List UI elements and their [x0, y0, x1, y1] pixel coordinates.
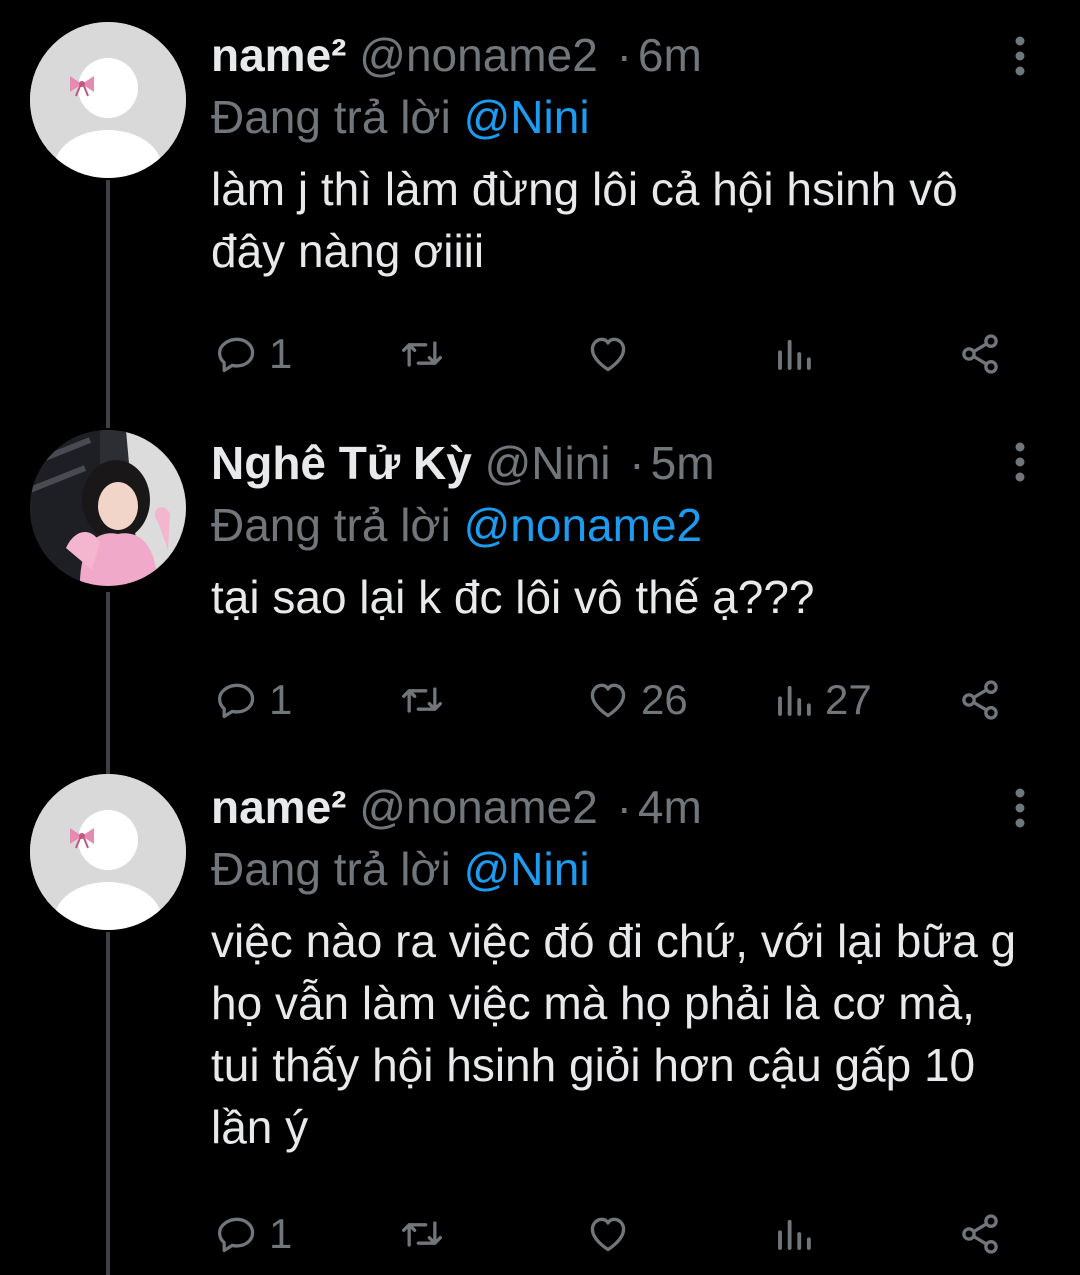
tweet-header: Nghê Tử Kỳ @Nini · 5m [211, 432, 1020, 494]
tweet-text: tại sao lại k đc lôi vô thế ạ??? [211, 571, 815, 623]
reply-count: 1 [269, 676, 293, 723]
more-vertical-icon[interactable] [1010, 786, 1030, 830]
user-handle[interactable]: @noname2 [359, 29, 598, 81]
replying-to: Đang trả lời @Nini [211, 838, 1020, 900]
share-button[interactable] [957, 1204, 1003, 1264]
mention-link[interactable]: @Nini [464, 843, 590, 895]
tweet-text: làm j thì làm đừng lôi cả hội hsinh vô đ… [211, 163, 958, 277]
retweet-icon [402, 1221, 442, 1247]
views-icon [778, 339, 811, 370]
timestamp[interactable]: 6m [638, 29, 702, 81]
views-icon [778, 1219, 811, 1250]
like-button[interactable] [585, 324, 641, 384]
timestamp[interactable]: 5m [651, 437, 715, 489]
separator-dot: · [629, 437, 645, 489]
heart-icon [590, 683, 626, 718]
like-button[interactable]: 26 [585, 670, 688, 730]
like-count: 26 [641, 676, 688, 723]
share-icon [962, 1214, 998, 1254]
views-button[interactable] [773, 1204, 825, 1264]
heart-icon [590, 1217, 626, 1252]
thread-line [106, 932, 110, 1275]
replying-to: Đang trả lời @noname2 [211, 494, 1020, 556]
tweet-actions: 1 26 27 [211, 670, 1010, 730]
views-icon [778, 685, 811, 716]
user-handle[interactable]: @Nini [485, 437, 611, 489]
reply-button[interactable]: 1 [215, 670, 292, 730]
display-name[interactable]: Nghê Tử Kỳ [211, 437, 472, 489]
share-icon [962, 334, 998, 374]
replying-to-label: Đang trả lời [211, 91, 451, 143]
replying-to-label: Đang trả lời [211, 499, 451, 551]
views-button[interactable] [773, 324, 825, 384]
share-icon [962, 680, 998, 720]
replying-to: Đang trả lời @Nini [211, 86, 1020, 148]
reply-icon [217, 337, 255, 373]
tweet-header: name² @noname2 · 6m [211, 24, 1020, 86]
retweet-button[interactable] [397, 324, 457, 384]
reply-button[interactable]: 1 [215, 324, 292, 384]
thread-line [106, 180, 110, 428]
retweet-icon [402, 687, 442, 713]
views-button[interactable]: 27 [773, 670, 872, 730]
mention-link[interactable]: @Nini [464, 91, 590, 143]
heart-icon [590, 337, 626, 372]
retweet-button[interactable] [397, 1204, 457, 1264]
retweet-icon [402, 341, 442, 367]
tweet-actions: 1 [211, 1204, 1010, 1264]
default-avatar-icon [30, 22, 186, 178]
reply-count: 1 [269, 1210, 293, 1257]
tweet-header: name² @noname2 · 4m [211, 776, 1020, 838]
retweet-button[interactable] [397, 670, 457, 730]
avatar[interactable] [30, 774, 186, 930]
share-button[interactable] [957, 670, 1003, 730]
replying-to-label: Đang trả lời [211, 843, 451, 895]
like-button[interactable] [585, 1204, 641, 1264]
avatar[interactable] [30, 430, 186, 586]
separator-dot: · [616, 29, 632, 81]
tweet-text: việc nào ra việc đó đi chứ, với lại bữa … [211, 915, 1017, 1153]
tweet-actions: 1 [211, 324, 1010, 384]
reply-count: 1 [269, 330, 293, 377]
reply-button[interactable]: 1 [215, 1204, 292, 1264]
thread-line [106, 592, 110, 774]
timestamp[interactable]: 4m [638, 781, 702, 833]
profile-photo-icon [30, 430, 186, 586]
display-name[interactable]: name² [211, 29, 346, 81]
more-vertical-icon[interactable] [1010, 440, 1030, 484]
display-name[interactable]: name² [211, 781, 346, 833]
avatar[interactable] [30, 22, 186, 178]
mention-link[interactable]: @noname2 [464, 499, 703, 551]
share-button[interactable] [957, 324, 1003, 384]
separator-dot: · [616, 781, 632, 833]
view-count: 27 [825, 676, 872, 723]
default-avatar-icon [30, 774, 186, 930]
reply-icon [217, 683, 255, 719]
more-vertical-icon[interactable] [1010, 34, 1030, 78]
user-handle[interactable]: @noname2 [359, 781, 598, 833]
reply-icon [217, 1217, 255, 1253]
